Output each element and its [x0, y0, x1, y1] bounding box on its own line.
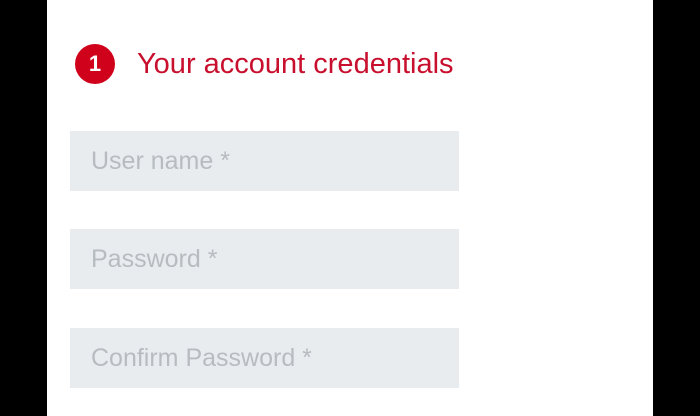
device-frame: 1 Your account credentials [0, 0, 700, 416]
registration-screen: 1 Your account credentials [47, 0, 653, 416]
section-title: Your account credentials [137, 47, 454, 80]
confirm-password-field[interactable] [70, 328, 459, 388]
step-number-icon: 1 [75, 44, 115, 84]
username-field[interactable] [70, 131, 459, 191]
section-header: 1 Your account credentials [75, 44, 454, 84]
password-field[interactable] [70, 229, 459, 289]
